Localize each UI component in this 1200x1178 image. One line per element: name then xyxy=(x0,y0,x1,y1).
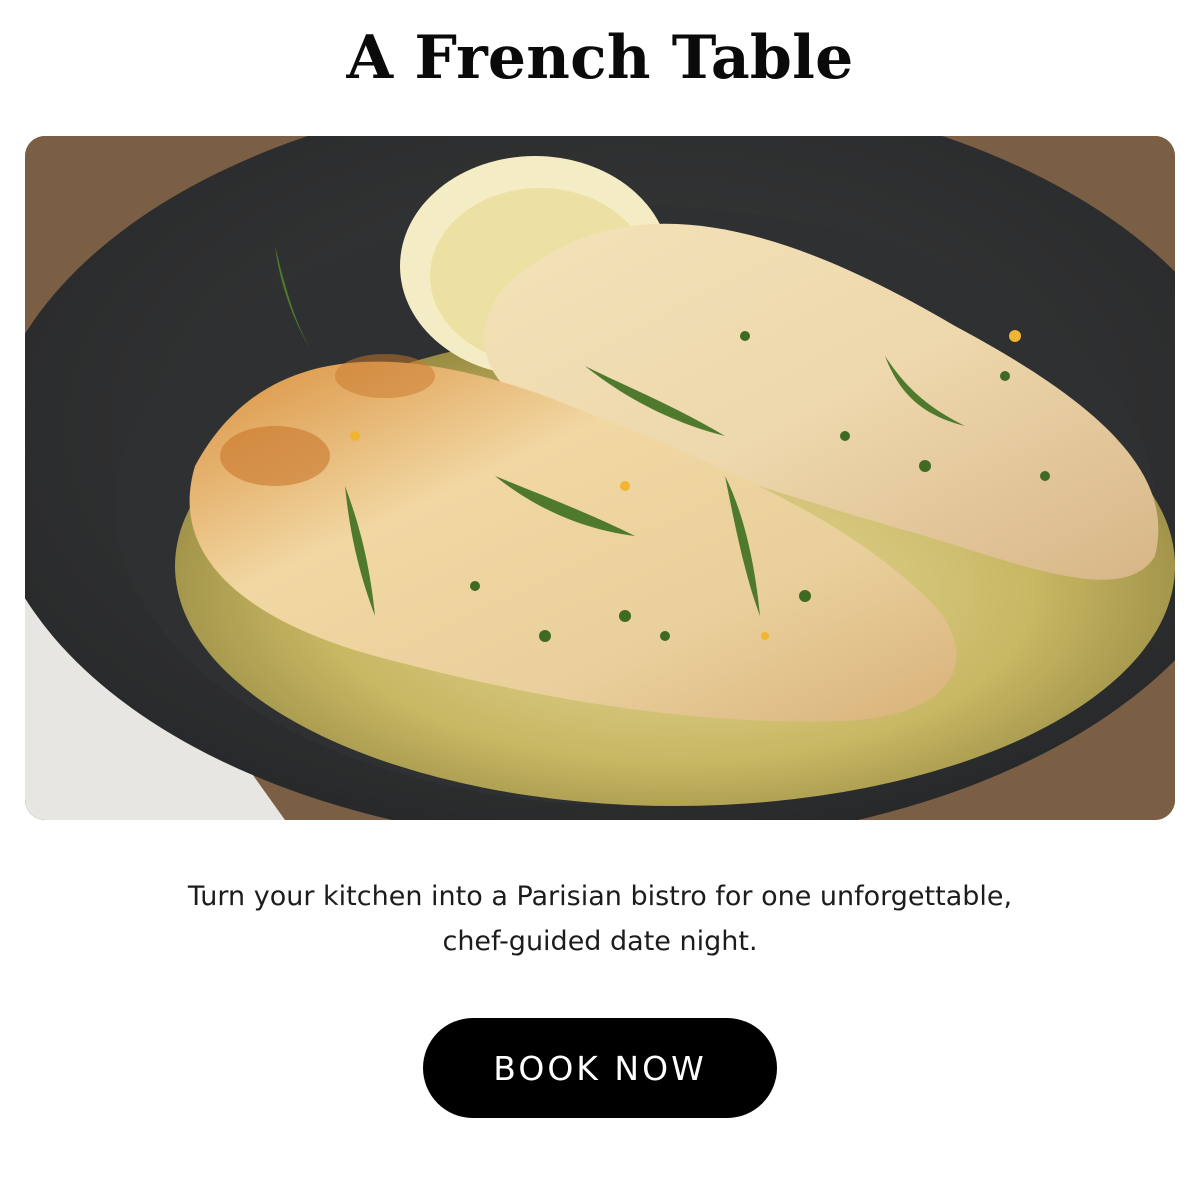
description-line-1: Turn your kitchen into a Parisian bistro… xyxy=(187,881,1013,912)
description-line-2: chef-guided date night. xyxy=(442,926,758,957)
book-now-button[interactable]: BOOK NOW xyxy=(423,1018,777,1118)
page-title: A French Table xyxy=(346,23,854,93)
skillet-fish-illustration xyxy=(25,136,1175,820)
description-text: Turn your kitchen into a Parisian bistro… xyxy=(100,874,1100,964)
hero-image xyxy=(25,136,1175,820)
